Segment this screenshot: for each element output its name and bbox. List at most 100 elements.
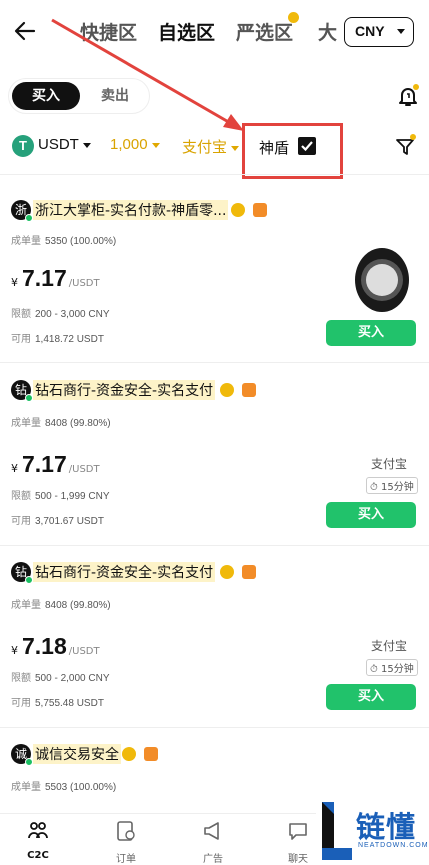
megaphone-icon [204,822,219,840]
tab-large[interactable]: 大 [318,18,337,45]
sell-tab[interactable]: 卖出 [82,82,148,110]
buy-tab[interactable]: 买入 [12,82,80,110]
order-count-value: 8408 (99.80%) [45,600,111,611]
yen-symbol: ¥ [11,644,18,657]
buy-button[interactable]: 买入 [326,502,416,528]
caret-down-icon [231,145,240,151]
order-count: 成单量 5350 (100.00%) [11,232,116,247]
tab-favorites[interactable]: 自选区 [158,18,215,45]
coin-filter[interactable]: USDT [38,136,91,153]
nav-orders[interactable]: 订单 [96,820,156,865]
divider [0,174,429,175]
merchant-name[interactable]: 浙江大掌柜-实名付款-神盾零... [33,200,229,220]
chat-icon [289,823,307,840]
amount-filter-label: 1,000 [110,136,148,153]
currency-value: CNY [355,23,385,39]
limit-value: 500 - 2,000 CNY [35,673,110,684]
caret-down-icon [397,29,405,34]
divider [0,727,429,728]
limit-label: 限额 [11,309,31,320]
payment-time: ⏱ 15分钟 [366,659,418,676]
order-count: 成单量 5503 (100.00%) [11,778,116,793]
buy-button[interactable]: 买入 [326,684,416,710]
shield-checkbox[interactable] [298,137,316,155]
nav-label: 订单 [116,854,136,865]
payment-method: 支付宝 [371,639,408,653]
price-unit: /USDT [68,646,100,657]
yen-symbol: ¥ [11,276,18,289]
tab-quick[interactable]: 快捷区 [80,18,137,45]
usdt-icon: T [12,135,34,157]
shield-badge-icon [144,747,158,761]
order-count-label: 成单量 [11,600,41,611]
price-row: ¥7.17/USDT [11,451,100,478]
order-count: 成单量 8408 (99.80%) [11,414,111,429]
tab-selected[interactable]: 严选区 [236,12,300,45]
price-row: ¥7.17/USDT [11,265,100,292]
logo-l-icon [322,802,352,860]
gold-badge-icon [122,747,136,761]
buy-sell-toggle: 买入 卖出 [8,78,150,114]
shield-badge-icon [242,565,256,579]
nav-label: C2C [27,850,49,861]
order-count-label: 成单量 [11,236,41,247]
limit-label: 限额 [11,491,31,502]
limit-value: 200 - 3,000 CNY [35,309,110,320]
new-badge-icon [288,12,300,23]
currency-select[interactable]: CNY [344,17,414,47]
amount-filter[interactable]: 1,000 [110,136,160,153]
coin-filter-label: USDT [38,136,79,153]
gold-badge-icon [231,203,245,217]
limit-row: 限额 500 - 2,000 CNY [11,669,110,684]
funnel-filter-icon[interactable] [395,134,417,158]
merchant-name[interactable]: 诚信交易安全 [33,744,121,764]
merchant-avatar: 浙 [11,200,33,222]
limit-row: 限额 200 - 3,000 CNY [11,305,110,320]
order-count-value: 5350 (100.00%) [45,236,117,247]
buy-button[interactable]: 买入 [326,320,416,346]
online-dot-icon [25,758,33,766]
notification-bell-icon[interactable] [396,84,420,108]
order-count-label: 成单量 [11,782,41,793]
unit-price: 7.18 [22,633,67,659]
merchant-avatar: 诚 [11,744,33,766]
top-bar: 快捷区 自选区 严选区 大 CNY [0,0,429,64]
shield-badge-icon [253,203,267,217]
watermark-text: 链懂 [356,810,417,844]
tab-selected-label: 严选区 [236,22,294,44]
limit-label: 限额 [11,673,31,684]
order-count-label: 成单量 [11,418,41,429]
nav-ads[interactable]: 广告 [183,820,243,865]
order-icon [117,821,135,841]
available-label: 可用 [11,334,31,345]
payment-filter[interactable]: 支付宝 [182,136,240,157]
payment-time-value: 15分钟 [380,482,414,493]
available-value: 1,418.72 USDT [35,334,104,345]
floating-assistive-ball-icon[interactable] [355,248,409,312]
price-row: ¥7.18/USDT [11,633,100,660]
available-row: 可用 5,755.48 USDT [11,694,104,709]
order-count: 成单量 8408 (99.80%) [11,596,111,611]
back-arrow-icon[interactable] [12,18,38,44]
merchant-name[interactable]: 钻石商行-资金安全-实名支付 [33,562,216,582]
unit-price: 7.17 [22,451,67,477]
nav-label: 广告 [203,854,223,865]
order-count-value: 8408 (99.80%) [45,418,111,429]
gold-badge-icon [220,565,234,579]
merchant-name[interactable]: 钻石商行-资金安全-实名支付 [33,380,216,400]
available-row: 可用 1,418.72 USDT [11,330,104,345]
shield-highlight-box [242,123,343,179]
online-dot-icon [25,394,33,402]
payment-method: 支付宝 [371,457,408,471]
limit-value: 500 - 1,999 CNY [35,491,110,502]
limit-row: 限额 500 - 1,999 CNY [11,487,110,502]
price-unit: /USDT [68,278,100,289]
online-dot-icon [25,576,33,584]
filter-row: T USDT 1,000 支付宝 [0,126,429,170]
price-unit: /USDT [68,464,100,475]
nav-c2c[interactable]: C2C [8,820,68,861]
available-label: 可用 [11,698,31,709]
watermark-logo: 链懂 NEATDOWN.COM [316,796,429,865]
merchant-avatar: 钻 [11,562,33,584]
divider [0,362,429,363]
